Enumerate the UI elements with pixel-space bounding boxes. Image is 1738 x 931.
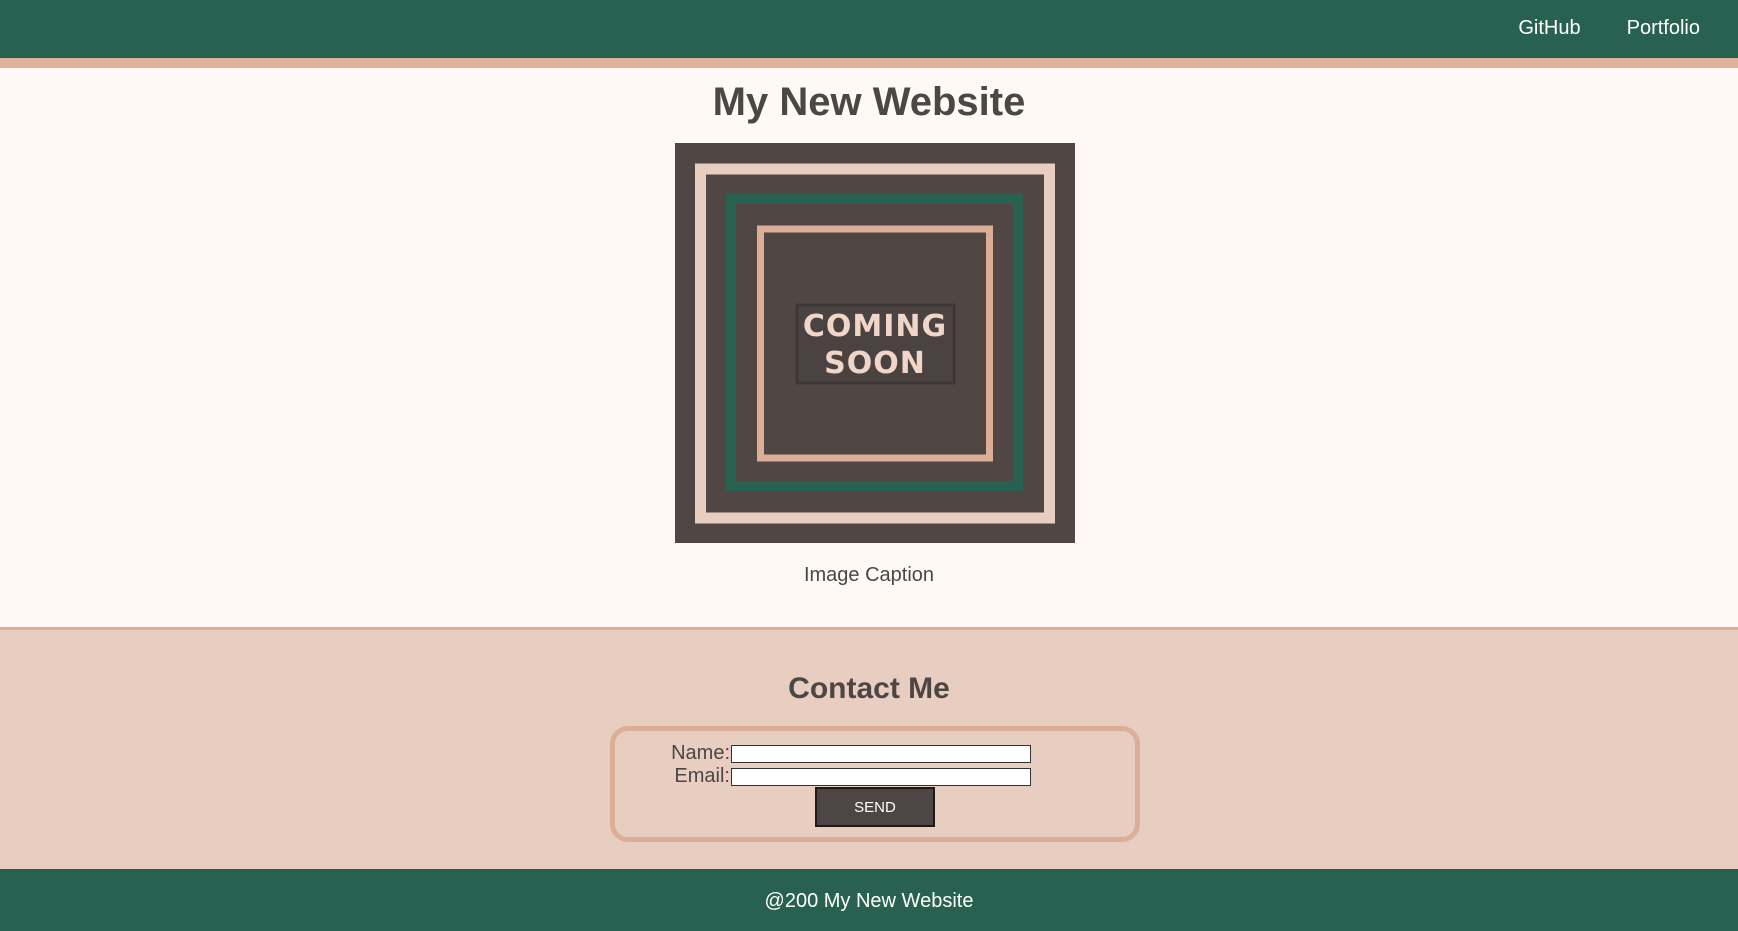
email-input[interactable] — [731, 768, 1031, 786]
name-row: Name: — [615, 742, 1135, 764]
page-title: My New Website — [712, 80, 1026, 124]
name-label: Name: — [671, 742, 730, 764]
footer-text: @200 My New Website — [764, 890, 974, 912]
coming-soon-text-line2: SOON — [824, 346, 926, 381]
coming-soon-text-line1: COMING — [803, 309, 947, 344]
image-caption: Image Caption — [803, 564, 935, 586]
name-input[interactable] — [731, 745, 1031, 763]
send-button[interactable]: SEND — [815, 787, 935, 827]
coming-soon-image: COMING SOON — [675, 143, 1075, 543]
nav-links: GitHub Portfolio — [1518, 16, 1700, 40]
top-navbar: GitHub Portfolio — [0, 0, 1738, 58]
email-row: Email: — [615, 765, 1135, 787]
contact-form: Name: Email: SEND — [610, 726, 1140, 842]
email-label: Email: — [674, 765, 730, 787]
nav-link-github[interactable]: GitHub — [1518, 16, 1580, 40]
footer: @200 My New Website — [0, 869, 1738, 931]
main-section: My New Website COMING SOON Image Caption — [0, 68, 1738, 627]
contact-section: Contact Me Name: Email: SEND — [0, 627, 1738, 869]
contact-title: Contact Me — [788, 672, 950, 705]
nav-link-portfolio[interactable]: Portfolio — [1627, 16, 1700, 40]
header-accent-stripe — [0, 58, 1738, 68]
